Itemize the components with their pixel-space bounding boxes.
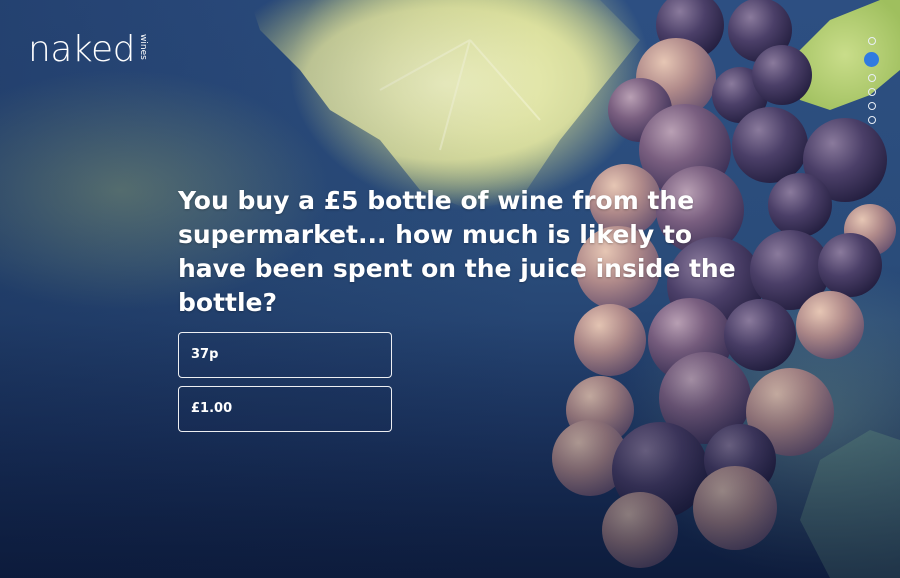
logo-wordmark: naked	[28, 29, 135, 70]
quiz-question: You buy a £5 bottle of wine from the sup…	[178, 186, 736, 317]
answer-button-37p[interactable]: 37p	[178, 332, 392, 378]
quiz-screen: naked wines You buy a £5 bottle of wine …	[0, 0, 900, 578]
slide-pager	[864, 34, 879, 127]
pager-dot-active[interactable]	[864, 52, 879, 67]
pager-dot[interactable]	[867, 74, 876, 82]
pager-dot[interactable]	[867, 37, 876, 45]
answer-button-1-00[interactable]: £1.00	[178, 386, 392, 432]
naked-wines-logo[interactable]: naked wines	[28, 30, 148, 70]
pager-dot[interactable]	[867, 116, 876, 124]
pager-dot[interactable]	[867, 102, 876, 110]
pager-dot[interactable]	[867, 88, 876, 96]
logo-subtitle: wines	[137, 34, 148, 60]
